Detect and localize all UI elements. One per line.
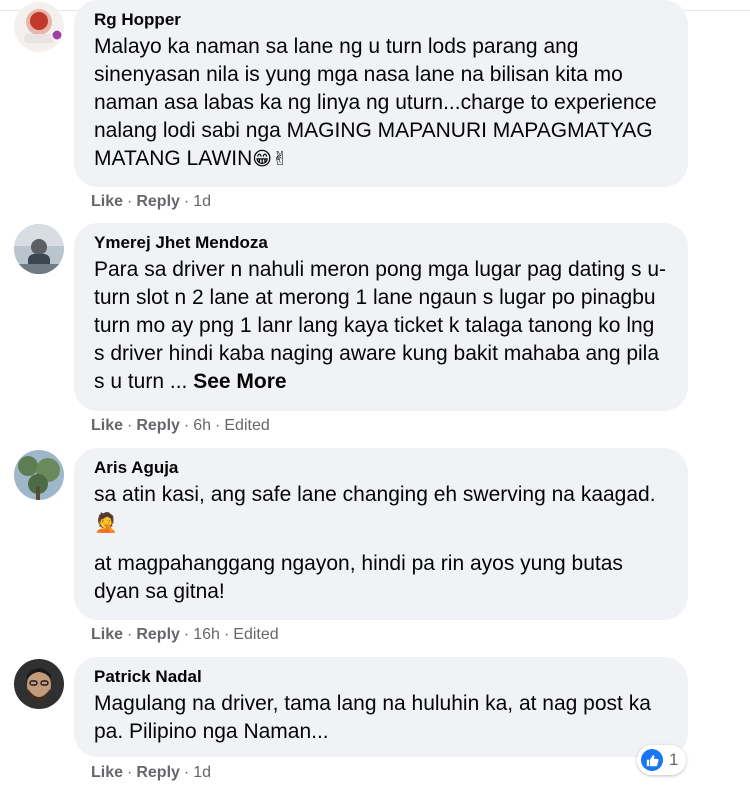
comment-author[interactable]: Aris Aguja [94, 457, 668, 479]
grin-peace-emoji-icon: 😁✌ [252, 149, 289, 170]
comment-bubble: Rg Hopper Malayo ka naman sa lane ng u t… [74, 0, 688, 187]
see-more-link[interactable]: See More [193, 370, 286, 393]
thumbs-up-icon [641, 749, 663, 771]
comment-author[interactable]: Ymerej Jhet Mendoza [94, 232, 668, 254]
comment-timestamp[interactable]: 1d [193, 764, 211, 781]
reply-button[interactable]: Reply [136, 417, 180, 434]
reply-button[interactable]: Reply [136, 193, 180, 210]
like-button[interactable]: Like [91, 626, 123, 643]
comment-actions: Like · Reply · 16h · Edited [91, 626, 279, 643]
facepalm-emoji-icon: 🤦 [94, 513, 118, 534]
reaction-summary[interactable]: 1 [637, 745, 687, 775]
edited-label[interactable]: Edited [233, 626, 278, 643]
reaction-count: 1 [669, 750, 679, 769]
comment-actions: Like · Reply · 1d [91, 764, 212, 781]
like-button[interactable]: Like [91, 417, 123, 434]
avatar[interactable] [14, 450, 64, 500]
comment-timestamp[interactable]: 16h [193, 626, 220, 643]
avatar[interactable] [14, 659, 64, 709]
comment-author[interactable]: Rg Hopper [94, 9, 668, 31]
comment-bubble: Ymerej Jhet Mendoza Para sa driver n nah… [74, 223, 688, 411]
comment-text: Para sa driver n nahuli meron pong mga l… [94, 258, 667, 393]
comment-actions: Like · Reply · 1d [91, 193, 212, 210]
like-button[interactable]: Like [91, 764, 123, 781]
comment-timestamp[interactable]: 6h [193, 417, 211, 434]
comment-timestamp[interactable]: 1d [193, 193, 211, 210]
avatar[interactable] [14, 2, 64, 52]
comment-actions: Like · Reply · 6h · Edited [91, 417, 270, 434]
comment-text: Magulang na driver, tama lang na huluhin… [94, 692, 651, 743]
comment-text: Malayo ka naman sa lane ng u turn lods p… [94, 35, 657, 170]
comment-text: sa atin kasi, ang safe lane changing eh … [94, 483, 656, 603]
reply-button[interactable]: Reply [136, 764, 180, 781]
comment-bubble: Aris Aguja sa atin kasi, ang safe lane c… [74, 448, 688, 620]
like-button[interactable]: Like [91, 193, 123, 210]
avatar[interactable] [14, 224, 64, 274]
comment-bubble: Patrick Nadal Magulang na driver, tama l… [74, 657, 688, 757]
edited-label[interactable]: Edited [224, 417, 269, 434]
reply-button[interactable]: Reply [136, 626, 180, 643]
comment-author[interactable]: Patrick Nadal [94, 666, 668, 688]
